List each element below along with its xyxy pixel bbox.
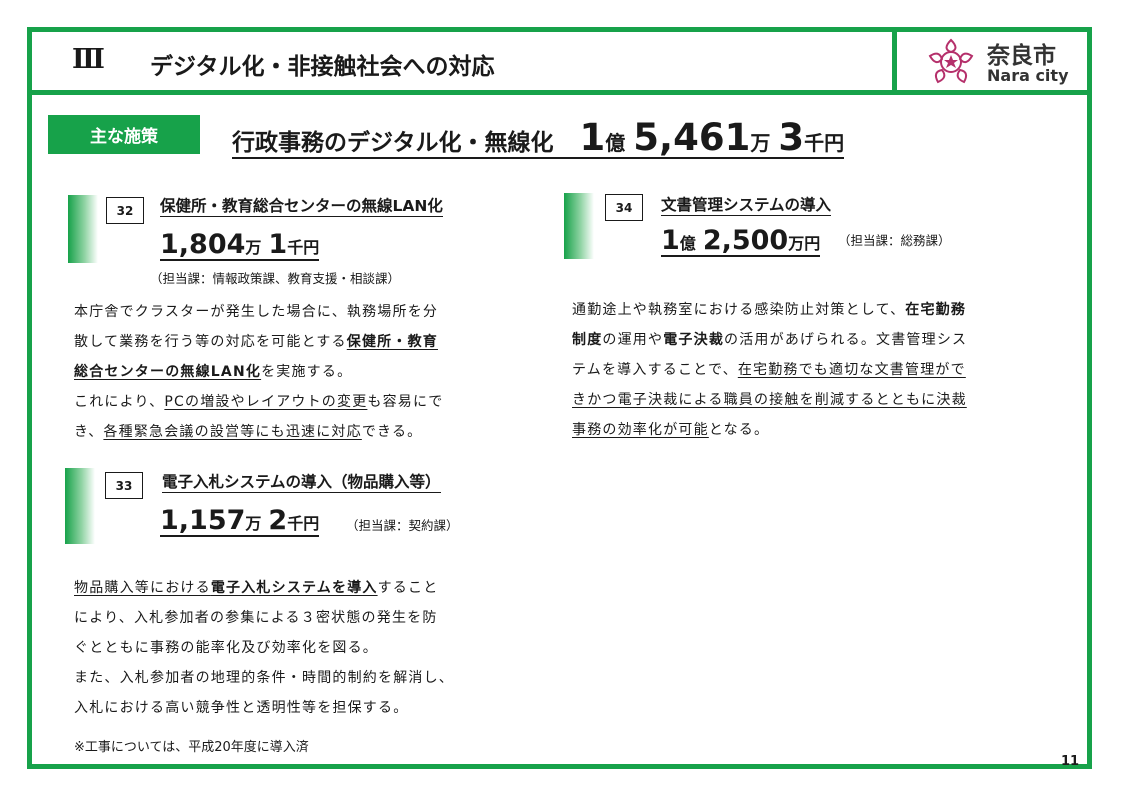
- item-number-box: 32: [106, 197, 144, 224]
- main-measures-tag: 主な施策: [48, 115, 200, 154]
- item-note: ※工事については、平成20年度に導入済: [74, 740, 309, 755]
- header-divider: [32, 90, 1087, 95]
- text-segment: 電子入札システムを導入: [210, 580, 378, 596]
- description-line: テムを導入することで、在宅勤務でも適切な文書管理がで: [572, 355, 967, 385]
- text-segment: の運用や: [602, 332, 664, 348]
- description-line: 本庁舎でクラスターが発生した場合に、執務場所を分: [74, 297, 443, 327]
- item-accent-bar: [564, 193, 594, 259]
- text-segment: を実施する。: [261, 364, 353, 380]
- description-line: ぐとともに事務の能率化及び効率化を図る。: [74, 633, 454, 663]
- item-description: 物品購入等における電子入札システムを導入することにより、入札参加者の参集による３…: [74, 573, 454, 723]
- amount-unit: 千円: [287, 514, 320, 533]
- text-segment: 総合センターの無線LAN化: [74, 364, 262, 380]
- item-title: 文書管理システムの導入: [661, 196, 832, 216]
- amount-unit: 万: [245, 514, 262, 533]
- text-segment: の活用があげられる。文書管理シス: [724, 332, 968, 348]
- item-description: 本庁舎でクラスターが発生した場合に、執務場所を分 散して業務を行う等の対応を可能と…: [74, 297, 443, 447]
- header-bar: Ⅲ デジタル化・非接触社会への対応: [32, 32, 897, 90]
- text-segment: 電子決裁: [663, 332, 725, 348]
- amount-value: 1,157: [160, 505, 246, 536]
- headline-amount-2: 5,461: [633, 116, 751, 159]
- headline-amount-1: 1: [579, 116, 606, 159]
- text-segment: 本庁舎でクラスターが発生した場合に、執務場所を分: [74, 304, 439, 320]
- amount-value: 2: [268, 505, 288, 536]
- item-accent-bar: [68, 195, 98, 263]
- text-segment: 在宅勤務でも適切な文書管理がで: [737, 362, 966, 378]
- text-segment: 在宅勤務: [905, 302, 967, 318]
- page-title: デジタル化・非接触社会への対応: [150, 54, 495, 80]
- headline-amount-3: 3: [778, 116, 805, 159]
- text-segment: 散して業務を行う等の対応を可能とする: [74, 334, 347, 350]
- description-line: 物品購入等における電子入札システムを導入すること: [74, 573, 454, 603]
- item-amount: 1,157万 2千円: [160, 505, 320, 537]
- description-line: これにより、PCの増設やレイアウトの変更も容易にで: [74, 387, 443, 417]
- item-department: （担当課：契約課）: [346, 518, 459, 533]
- item-description: 通勤途上や執務室における感染防止対策として、在宅勤務 制度の運用や電子決裁の活用が…: [572, 295, 967, 445]
- amount-value: 1: [661, 225, 680, 256]
- item-department: （担当課：情報政策課、教育支援・相談課）: [150, 271, 401, 286]
- description-line: により、入札参加者の参集による３密状態の発生を防: [74, 603, 454, 633]
- text-segment: また、入札参加者の地理的条件・時間的制約を解消し、: [74, 670, 454, 686]
- description-line: 散して業務を行う等の対応を可能とする保健所・教育: [74, 327, 443, 357]
- text-segment: も容易にで: [367, 394, 444, 410]
- nara-city-logo: 奈良市 Nara city: [925, 38, 1075, 86]
- amount-unit: 万: [245, 238, 262, 257]
- nara-crest-icon: [928, 38, 974, 84]
- text-segment: 各種緊急会議の設営等にも迅速に対応: [103, 424, 362, 440]
- item-title: 保健所・教育総合センターの無線LAN化: [160, 197, 443, 217]
- item-amount: 1,804万 1千円: [160, 229, 320, 261]
- item-title: 電子入札システムの導入（物品購入等）: [162, 473, 441, 493]
- amount-unit: 万円: [788, 234, 821, 253]
- amount-unit: 千円: [287, 238, 320, 257]
- description-line: 入札における高い競争性と透明性等を担保する。: [74, 693, 454, 723]
- text-segment: テムを導入することで、: [572, 362, 738, 378]
- text-segment: 通勤途上や執務室における感染防止対策として、: [572, 302, 906, 318]
- text-segment: きかつ電子決裁による職員の接触を削減するとともに決裁: [572, 392, 967, 408]
- text-segment: できる。: [361, 424, 423, 440]
- text-segment: 制度: [572, 332, 603, 348]
- item-department: （担当課：総務課）: [838, 233, 951, 248]
- headline-unit-3: 千円: [804, 131, 845, 155]
- amount-value: 2,500: [702, 225, 789, 256]
- item-number-box: 33: [105, 472, 143, 499]
- description-line: 総合センターの無線LAN化を実施する。: [74, 357, 443, 387]
- text-segment: き、: [74, 424, 104, 440]
- item-number-box: 34: [605, 194, 643, 221]
- amount-value: 1,804: [160, 229, 246, 260]
- headline-unit-2: 万: [750, 131, 771, 155]
- text-segment: PCの増設やレイアウトの変更: [164, 394, 368, 410]
- headline-unit-1: 億: [605, 131, 626, 155]
- text-segment: 入札における高い競争性と透明性等を担保する。: [74, 700, 409, 716]
- text-segment: となる。: [708, 422, 770, 438]
- text-segment: 物品購入等における: [74, 580, 211, 596]
- section-numeral: Ⅲ: [72, 44, 105, 75]
- item-amount: 1億 2,500万円: [661, 225, 821, 257]
- description-line: 制度の運用や電子決裁の活用があげられる。文書管理シス: [572, 325, 967, 355]
- description-line: 事務の効率化が可能となる。: [572, 415, 967, 445]
- headline: 行政事務のデジタル化・無線化 1億 5,461万 3千円: [232, 116, 845, 159]
- description-line: き、各種緊急会議の設営等にも迅速に対応できる。: [74, 417, 443, 447]
- item-accent-bar: [65, 468, 95, 544]
- description-line: 通勤途上や執務室における感染防止対策として、在宅勤務: [572, 295, 967, 325]
- logo-text-en: Nara city: [987, 66, 1069, 85]
- text-segment: により、入札参加者の参集による３密状態の発生を防: [74, 610, 438, 626]
- text-segment: 保健所・教育: [346, 334, 438, 350]
- amount-unit: 億: [679, 234, 696, 253]
- text-segment: これにより、: [74, 394, 165, 410]
- description-line: きかつ電子決裁による職員の接触を削減するとともに決裁: [572, 385, 967, 415]
- headline-text: 行政事務のデジタル化・無線化: [232, 130, 554, 156]
- page-number: 11: [1061, 754, 1080, 769]
- text-segment: ぐとともに事務の能率化及び効率化を図る。: [74, 640, 378, 656]
- logo-text-ja: 奈良市: [987, 43, 1056, 69]
- text-segment: すること: [377, 580, 439, 596]
- amount-value: 1: [268, 229, 288, 260]
- text-segment: 事務の効率化が可能: [572, 422, 709, 438]
- description-line: また、入札参加者の地理的条件・時間的制約を解消し、: [74, 663, 454, 693]
